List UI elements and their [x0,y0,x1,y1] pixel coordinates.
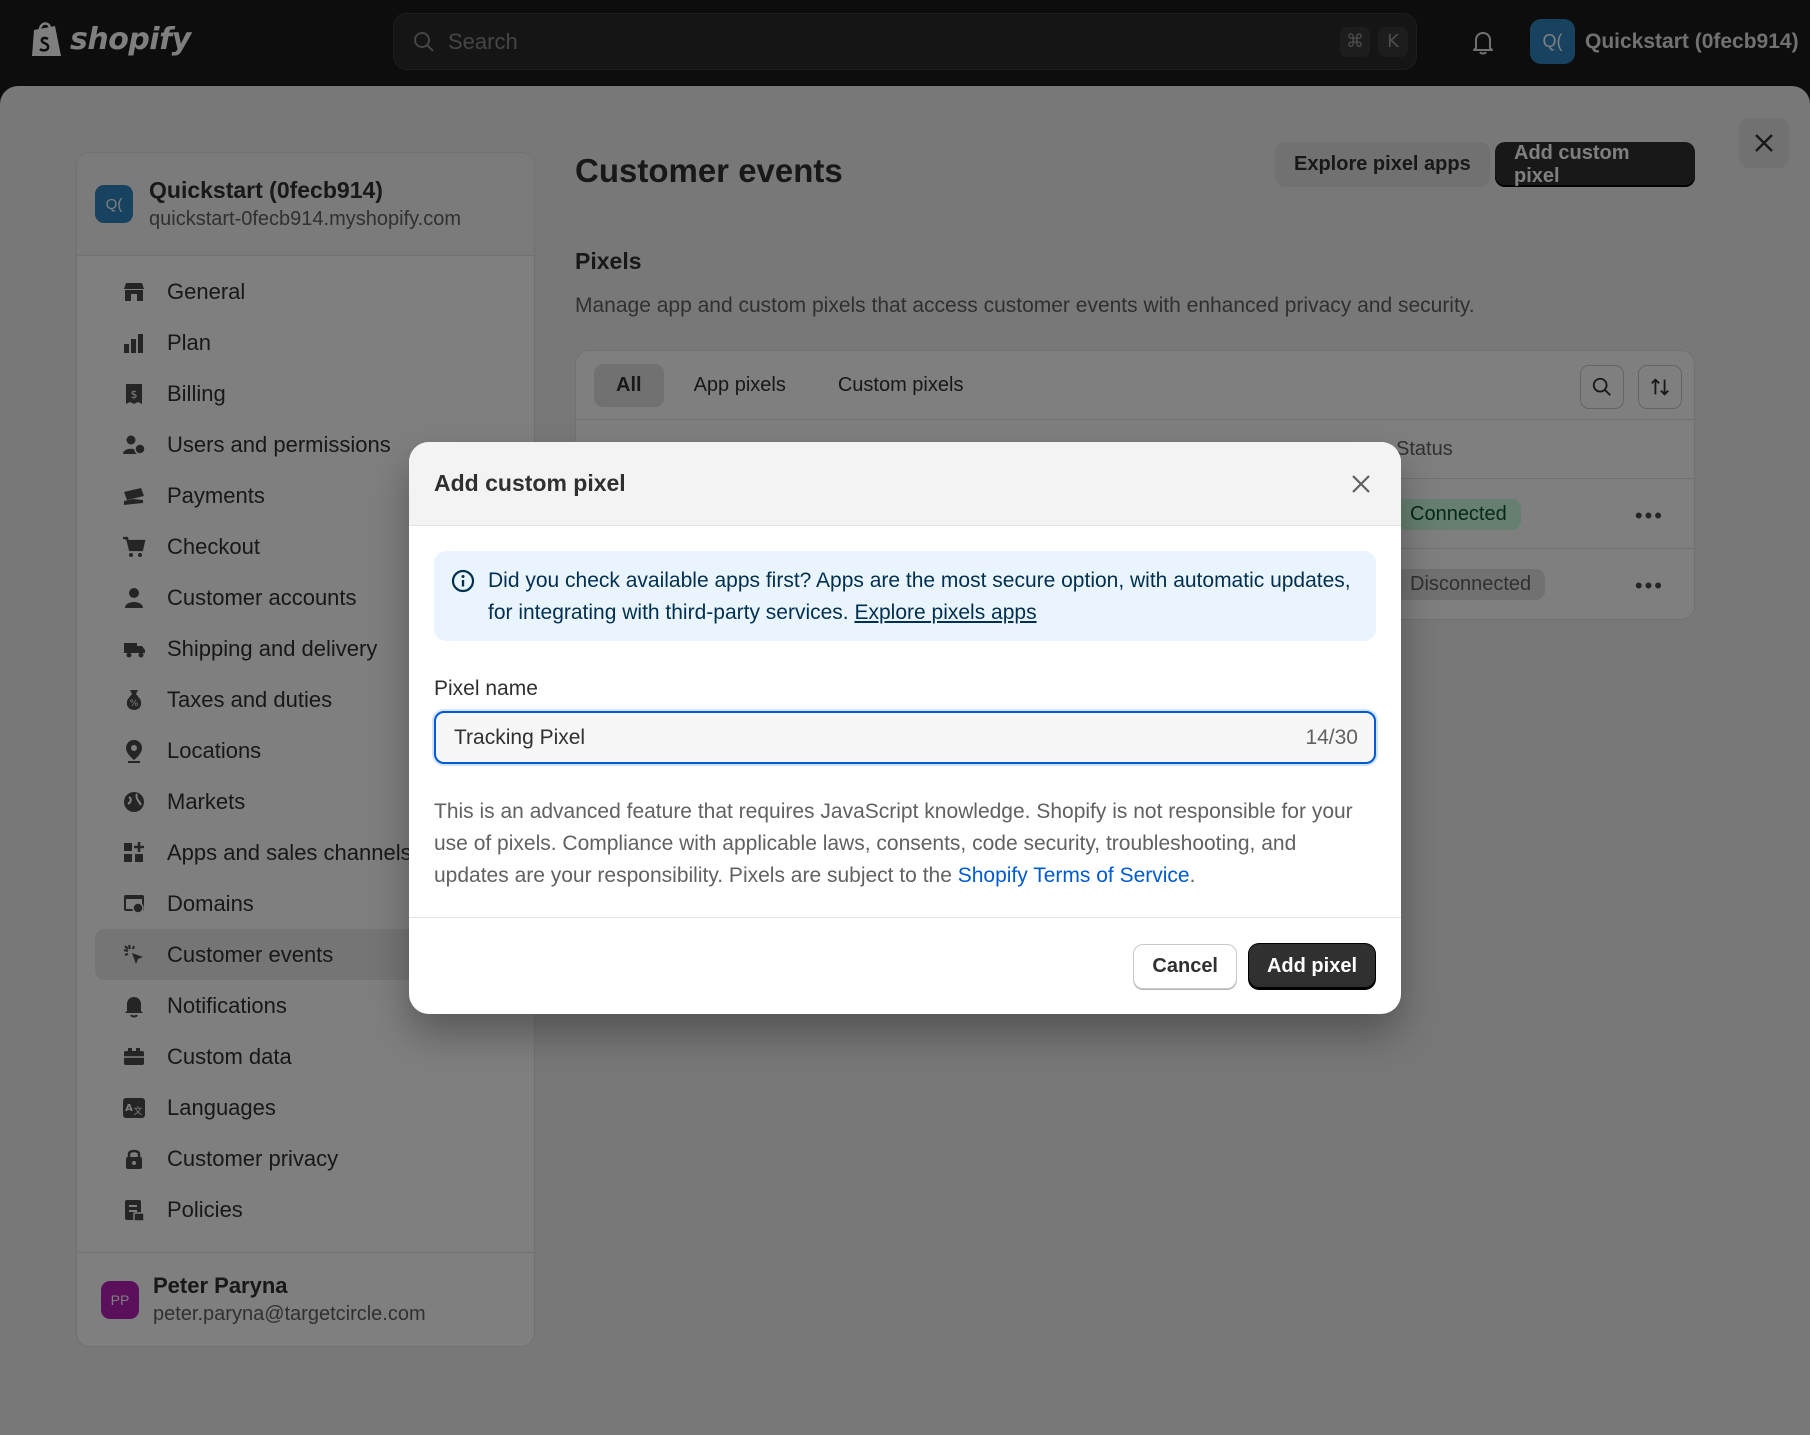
add-custom-pixel-dialog: Add custom pixel Did you check available… [409,442,1401,1014]
helper-end: . [1189,864,1196,887]
cancel-button[interactable]: Cancel [1133,944,1237,989]
helper-text: This is an advanced feature that require… [434,796,1376,892]
close-icon[interactable] [1349,472,1373,496]
character-count: 14/30 [1305,725,1358,749]
dialog-header: Add custom pixel [409,442,1401,526]
info-icon [451,569,475,593]
pixel-name-label: Pixel name [434,677,538,700]
dialog-body: Did you check available apps first? Apps… [409,526,1401,892]
add-pixel-button[interactable]: Add pixel [1248,944,1375,989]
dialog-title: Add custom pixel [434,470,626,496]
pixel-name-input[interactable]: Tracking Pixel 14/30 [434,711,1376,764]
explore-pixels-apps-link[interactable]: Explore pixels apps [854,601,1036,624]
dialog-footer: Cancel Add pixel [409,917,1401,1014]
info-banner: Did you check available apps first? Apps… [434,551,1376,641]
pixel-name-value[interactable]: Tracking Pixel [454,726,1305,750]
terms-of-service-link[interactable]: Shopify Terms of Service [958,864,1190,887]
helper-body: This is an advanced feature that require… [434,800,1353,887]
